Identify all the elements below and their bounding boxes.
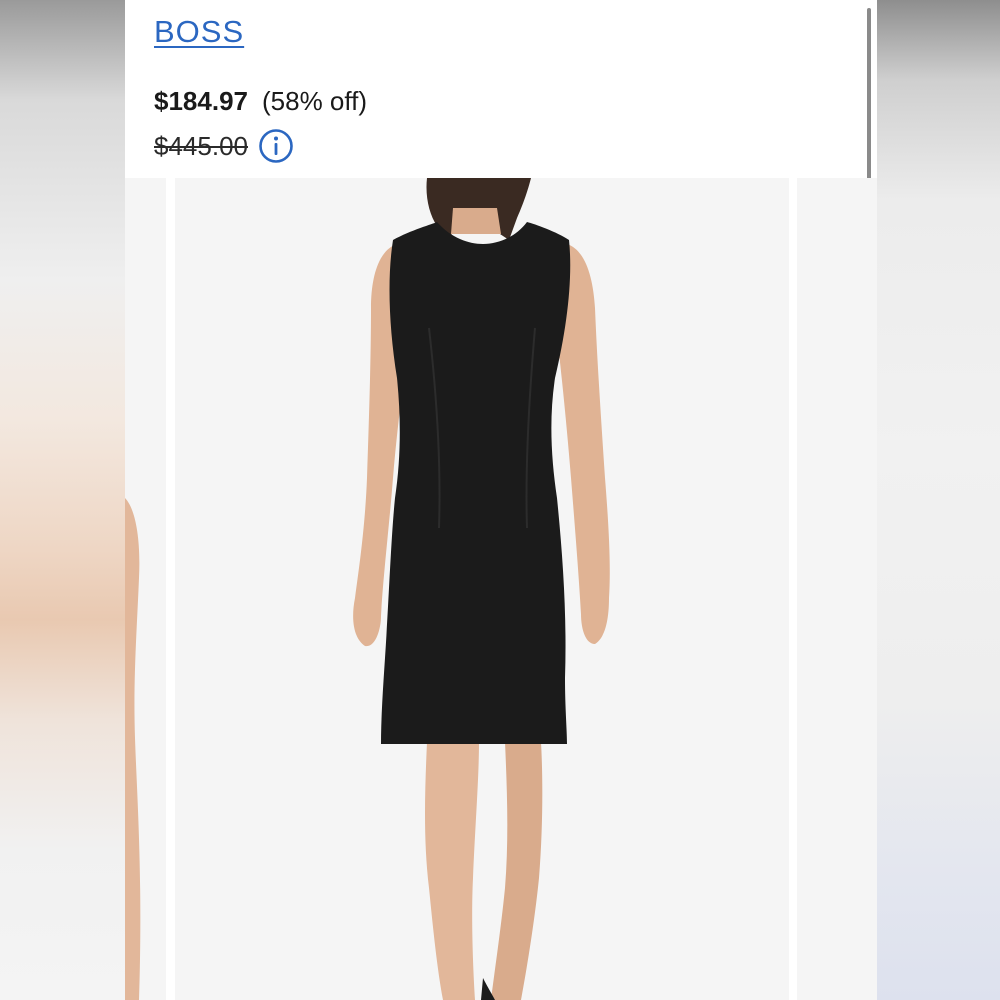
previous-image-figure (125, 498, 141, 1000)
product-photo[interactable] (175, 178, 789, 1000)
brand-link[interactable]: BOSS (154, 14, 244, 50)
previous-image[interactable] (125, 178, 166, 1000)
next-image[interactable] (797, 178, 877, 1000)
product-screen: BOSS $184.97 (58% off) $445.00 (125, 0, 877, 1000)
dress-model-illustration (353, 178, 610, 1000)
product-info: BOSS $184.97 (58% off) $445.00 (125, 0, 877, 178)
sale-price: $184.97 (154, 86, 248, 116)
info-circle-icon[interactable] (258, 128, 294, 164)
discount-label: (58% off) (261, 86, 367, 116)
price-row: $184.97 (58% off) (154, 86, 367, 117)
blurred-backdrop-right (877, 0, 1000, 1000)
original-price-row: $445.00 (154, 128, 294, 164)
image-carousel[interactable] (125, 178, 877, 1000)
scrollbar[interactable] (867, 8, 871, 192)
blurred-backdrop-left (0, 0, 125, 1000)
original-price: $445.00 (154, 130, 248, 161)
